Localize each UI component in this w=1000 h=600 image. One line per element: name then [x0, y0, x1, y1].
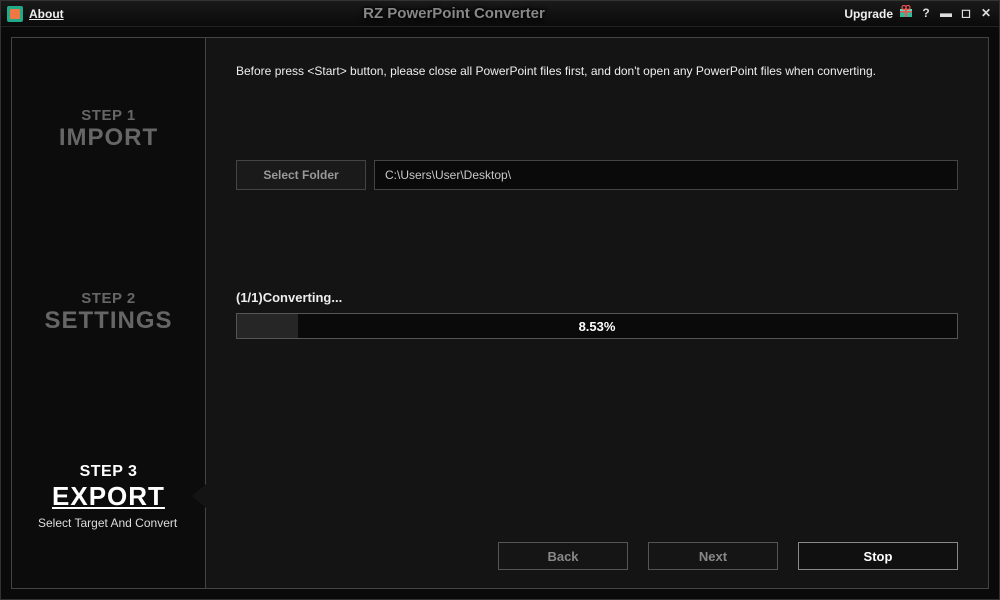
body: STEP 1 IMPORT STEP 2 SETTINGS STEP 3 EXP… [1, 27, 999, 599]
active-step-arrow [192, 484, 206, 508]
step-1-import[interactable]: STEP 1 IMPORT [12, 38, 205, 221]
app-window: About RZ PowerPoint Converter Upgrade ? … [0, 0, 1000, 600]
select-folder-button[interactable]: Select Folder [236, 160, 366, 190]
titlebar: About RZ PowerPoint Converter Upgrade ? … [1, 1, 999, 27]
close-icon[interactable]: ✕ [979, 7, 993, 21]
folder-row: Select Folder [236, 160, 958, 190]
main-panel: Before press <Start> button, please clos… [206, 37, 989, 589]
step-3-export[interactable]: STEP 3 EXPORT Select Target And Convert [12, 405, 205, 588]
step-3-sub: Select Target And Convert [30, 516, 187, 530]
step-3-title: EXPORT [30, 481, 187, 512]
app-title: RZ PowerPoint Converter [64, 5, 845, 22]
sidebar: STEP 1 IMPORT STEP 2 SETTINGS STEP 3 EXP… [11, 37, 206, 589]
about-link[interactable]: About [29, 7, 64, 21]
step-2-title: SETTINGS [30, 307, 187, 335]
nav-row: Back Next Stop [498, 542, 958, 570]
titlebar-right: Upgrade ? ▬ ◻ ✕ [844, 4, 993, 23]
step-1-title: IMPORT [30, 124, 187, 152]
folder-path-input[interactable] [374, 160, 958, 190]
status-label: (1/1)Converting... [236, 290, 958, 305]
help-icon[interactable]: ? [919, 7, 933, 21]
gift-icon[interactable] [899, 4, 913, 23]
step-1-num: STEP 1 [30, 107, 187, 124]
back-button[interactable]: Back [498, 542, 628, 570]
maximize-icon[interactable]: ◻ [959, 7, 973, 21]
titlebar-left: About [7, 6, 64, 22]
step-2-settings[interactable]: STEP 2 SETTINGS [12, 221, 205, 404]
stop-button[interactable]: Stop [798, 542, 958, 570]
instructions-text: Before press <Start> button, please clos… [236, 62, 958, 80]
next-button[interactable]: Next [648, 542, 778, 570]
step-3-num: STEP 3 [30, 463, 187, 481]
progress-text: 8.53% [237, 314, 957, 338]
app-icon [7, 6, 23, 22]
minimize-icon[interactable]: ▬ [939, 7, 953, 21]
step-2-num: STEP 2 [30, 290, 187, 307]
upgrade-link[interactable]: Upgrade [844, 7, 893, 21]
progress-bar: 8.53% [236, 313, 958, 339]
